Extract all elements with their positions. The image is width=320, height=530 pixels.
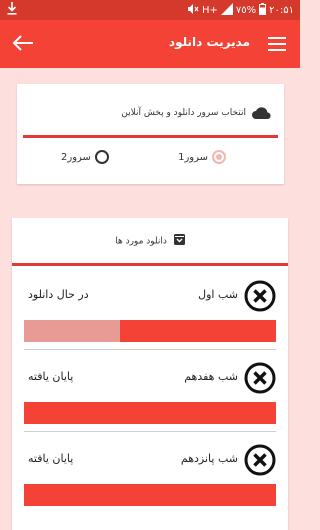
progress-bar <box>24 402 276 424</box>
downloads-card-title: دانلود مورد ها <box>115 236 167 247</box>
downloads-card: دانلود مورد ها شب اول در حال دانلود شب ه… <box>12 218 288 530</box>
close-icon[interactable] <box>244 362 276 398</box>
item-status: پایان یافته <box>28 370 74 383</box>
list-item: شب پانزدهم پایان یافته <box>12 432 288 512</box>
list-item: شب هفدهم پایان یافته <box>12 350 288 430</box>
signal-icon <box>220 3 233 18</box>
clock: ۲۰:۵۱ <box>269 5 294 16</box>
radio-button-selected[interactable] <box>212 150 226 164</box>
radio-label: سرور2 <box>61 151 91 163</box>
arrow-left-icon[interactable] <box>12 34 34 56</box>
hamburger-menu-icon[interactable] <box>268 36 286 55</box>
cloud-icon <box>252 105 272 124</box>
status-bar: H+ ٧٥% ۲۰:۵۱ <box>0 0 300 20</box>
progress-fill <box>24 484 276 506</box>
divider <box>23 135 278 138</box>
radio-server-1[interactable]: سرور1 <box>178 150 226 164</box>
page-title: مدیریت دانلود <box>168 35 250 49</box>
network-type: H+ <box>201 5 218 16</box>
list-item: شب اول در حال دانلود <box>12 268 288 348</box>
download-icon <box>7 2 17 18</box>
radio-label: سرور1 <box>178 151 208 163</box>
progress-bar <box>24 484 276 506</box>
radio-button[interactable] <box>94 150 109 164</box>
progress-bar <box>24 320 276 342</box>
close-icon[interactable] <box>244 280 276 316</box>
progress-fill <box>24 402 276 424</box>
item-status: در حال دانلود <box>28 288 89 301</box>
item-name: شب پانزدهم <box>180 452 238 465</box>
download-box-icon <box>173 234 185 248</box>
item-name: شب اول <box>198 288 238 301</box>
item-status: پایان یافته <box>28 452 74 465</box>
progress-fill <box>119 320 276 342</box>
item-name: شب هفدهم <box>184 370 238 383</box>
divider <box>12 263 288 266</box>
battery-icon <box>259 3 267 18</box>
app-bar: مدیریت دانلود <box>0 20 300 68</box>
battery-percent: ٧٥% <box>235 5 257 16</box>
close-icon[interactable] <box>244 444 276 480</box>
server-selection-card: انتخاب سرور دانلود و پخش آنلاین سرور1 سر… <box>17 84 284 184</box>
mute-icon <box>187 3 199 18</box>
server-card-title: انتخاب سرور دانلود و پخش آنلاین <box>121 108 246 118</box>
radio-server-2[interactable]: سرور2 <box>61 150 109 164</box>
